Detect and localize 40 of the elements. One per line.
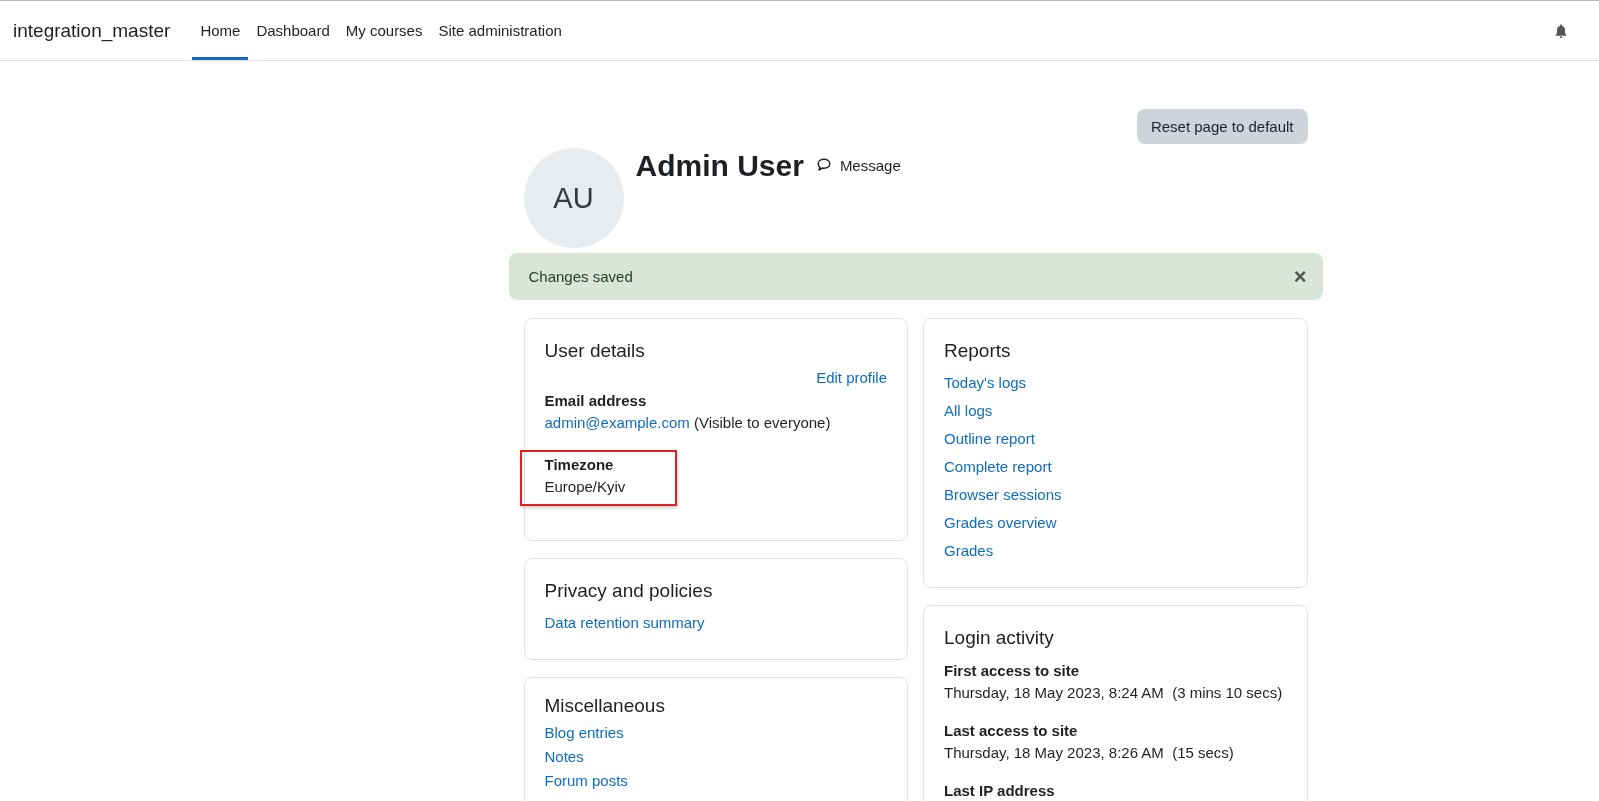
nav-tab[interactable]: Home <box>192 1 249 60</box>
reset-page-button[interactable]: Reset page to default <box>1136 109 1308 144</box>
user-name: Admin User <box>635 148 804 184</box>
report-link[interactable]: All logs <box>944 397 993 425</box>
card-title: Reports <box>944 339 1011 362</box>
nav-tab[interactable]: Dashboard <box>248 1 338 60</box>
speech-bubble-icon[interactable] <box>815 157 832 173</box>
report-link[interactable]: Complete report <box>944 453 1052 481</box>
card-link[interactable]: Data retention summary <box>544 609 705 637</box>
report-link[interactable]: Grades <box>944 537 994 565</box>
field-label: Last IP address <box>944 781 1055 801</box>
site-name[interactable]: integration_master <box>13 19 171 42</box>
field-value: Thursday, 18 May 2023, 8:26 AM (15 secs) <box>944 743 1234 763</box>
report-link[interactable]: Browser sessions <box>944 481 1062 509</box>
card-link[interactable]: Notes <box>544 745 584 769</box>
close-button[interactable]: × <box>1289 263 1311 290</box>
report-link[interactable]: Outline report <box>944 425 1035 453</box>
field-label: Email address <box>544 391 648 411</box>
card-link[interactable]: Blog entries <box>544 721 624 745</box>
field-value: Thursday, 18 May 2023, 8:24 AM (3 mins 10 secs) <box>944 683 1283 703</box>
field-value: Europe/Kyiv <box>544 477 626 497</box>
nav-tab[interactable]: My courses <box>337 1 431 60</box>
nav-tab[interactable]: Site administration <box>430 1 570 60</box>
alert-text: Changes saved <box>528 268 634 285</box>
card-title: Miscellaneous <box>544 694 665 717</box>
card-title: Login activity <box>944 626 1054 649</box>
field-label: Timezone <box>544 455 615 475</box>
report-link[interactable]: Grades overview <box>944 509 1057 537</box>
message-link[interactable]: Message <box>839 157 901 174</box>
field-label: First access to site <box>944 661 1081 681</box>
edit-profile-link[interactable]: Edit profile <box>816 369 887 386</box>
visibility-note: (Visible to everyone) <box>693 414 831 431</box>
email-link[interactable]: admin@example.com <box>544 414 690 431</box>
field-label: Last access to site <box>944 721 1079 741</box>
card-title: Privacy and policies <box>544 579 713 602</box>
avatar-initials: AU <box>553 181 594 215</box>
report-link[interactable]: Today's logs <box>944 369 1027 397</box>
bell-icon[interactable] <box>1553 22 1569 39</box>
card-title: User details <box>544 339 645 362</box>
card-link[interactable]: Forum posts <box>544 769 628 793</box>
